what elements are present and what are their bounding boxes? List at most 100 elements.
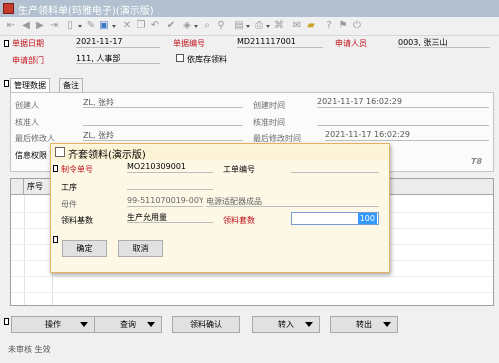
ok-label: 确定: [76, 244, 93, 253]
new-dropdown-icon[interactable]: [78, 25, 82, 28]
stock-checkbox[interactable]: [176, 54, 184, 62]
t8-logo: T8: [471, 157, 483, 166]
find-icon[interactable]: ⌕: [200, 19, 214, 33]
query-label: 查询: [120, 320, 136, 329]
parent-name-field: 电源适配器成品: [206, 196, 379, 207]
new-icon[interactable]: ▯: [63, 19, 77, 33]
exit-icon[interactable]: ⏻: [350, 19, 364, 33]
last-mod-label: 最后修改人: [15, 134, 55, 143]
print-icon[interactable]: ⎙: [252, 19, 266, 33]
process-label: 工序: [61, 183, 77, 192]
title-bar: 生产领料单(玛雅电子)(演示版): [0, 0, 499, 17]
copy-icon[interactable]: ❐: [134, 19, 148, 33]
applicant-field[interactable]: 0003, 张三山: [398, 37, 490, 48]
col-seq[interactable]: 序号: [24, 179, 52, 195]
toolbar: ⇤ ◀ ▶ ⇥ ▯ ✎ ▣ ✕ ❐ ↶ ✔ ◈ ⌕ ⚲ ▤ ⎙ ⌘ ✉ ▰ ? …: [0, 17, 499, 36]
tag-dropdown-icon[interactable]: [194, 25, 198, 28]
dept-value: 111, 人事部: [76, 54, 121, 63]
dept-label: 申请部门: [12, 56, 44, 65]
print-preview-dropdown-icon[interactable]: [246, 25, 250, 28]
doc-no-field[interactable]: MD211117001: [237, 37, 323, 48]
save-dropdown-icon[interactable]: [112, 25, 116, 28]
doc-date-value: 2021-11-17: [76, 37, 123, 46]
applicant-label: 申请人员: [335, 39, 367, 48]
base-field[interactable]: 生产允用量: [127, 212, 213, 223]
import-button[interactable]: 转入: [252, 316, 320, 333]
folder-icon[interactable]: ▰: [304, 19, 318, 33]
review-time-label: 核准时间: [253, 118, 285, 127]
email-icon[interactable]: ✉: [290, 19, 304, 33]
filter-icon[interactable]: ⚲: [214, 19, 228, 33]
dialog-title-bar: 齐套领料(演示版): [52, 145, 388, 161]
export-label: 转出: [356, 320, 372, 329]
reviewer-field: [83, 115, 243, 126]
save-icon[interactable]: ▣: [97, 19, 111, 33]
help-icon[interactable]: ?: [322, 19, 336, 33]
dept-field[interactable]: 111, 人事部: [76, 53, 160, 64]
operate-dropdown-icon: [80, 322, 88, 327]
doc-no-label: 单据编号: [173, 39, 205, 48]
kit-picking-dialog: 齐套领料(演示版) 制令单号 MO210309001 工单编号 工序 母件 99…: [50, 143, 390, 273]
parent-code-value: 99-511070019-00YL: [127, 196, 203, 205]
header-marker: [4, 40, 9, 47]
creator-field: ZL, 张羚: [83, 97, 243, 108]
export-dropdown-icon: [383, 322, 391, 327]
import-label: 转入: [278, 320, 294, 329]
creator-label: 创建人: [15, 101, 39, 110]
dialog-buttons-marker: [53, 236, 58, 243]
tab-mgmt[interactable]: 管理数据: [10, 78, 50, 92]
info-perm-label: 信息权限: [15, 151, 47, 160]
process-field[interactable]: [127, 179, 213, 190]
attach-icon[interactable]: ⌘: [272, 19, 286, 33]
confirm-label: 领料确认: [190, 320, 222, 329]
prev-record-icon[interactable]: ◀: [19, 19, 33, 33]
doc-no-value: MD211117001: [237, 37, 296, 46]
next-record-icon[interactable]: ▶: [33, 19, 47, 33]
last-mod-time-value: 2021-11-17 16:02:29: [325, 130, 410, 139]
undo-icon[interactable]: ↶: [148, 19, 162, 33]
last-mod-time-field: 2021-11-17 16:02:29: [325, 130, 489, 141]
query-button[interactable]: 查询: [94, 316, 162, 333]
dialog-title: 齐套领料(演示版): [68, 150, 146, 161]
review-time-field: [317, 115, 489, 126]
tag-icon[interactable]: ◈: [180, 19, 194, 33]
audit-icon[interactable]: ✔: [164, 19, 178, 33]
doc-date-field[interactable]: 2021-11-17: [76, 37, 160, 48]
sets-label: 领料套数: [223, 216, 255, 225]
flag-icon[interactable]: ⚑: [336, 19, 350, 33]
base-value: 生产允用量: [127, 213, 167, 222]
cancel-button[interactable]: 取消: [118, 240, 163, 257]
cancel-label: 取消: [132, 244, 149, 253]
print-dropdown-icon[interactable]: [266, 25, 270, 28]
ok-button[interactable]: 确定: [62, 240, 107, 257]
order-no-field[interactable]: MO210309001: [127, 162, 213, 173]
order-no-label: 制令单号: [61, 165, 93, 174]
doc-date-label: 单据日期: [12, 39, 44, 48]
first-record-icon[interactable]: ⇤: [4, 19, 18, 33]
create-time-label: 创建时间: [253, 101, 285, 110]
last-record-icon[interactable]: ⇥: [47, 19, 61, 33]
tab-notes[interactable]: 备注: [59, 78, 83, 92]
parent-label: 母件: [61, 200, 77, 209]
operate-button[interactable]: 操作: [11, 316, 95, 333]
operate-label: 操作: [45, 320, 61, 329]
last-mod-value: ZL, 张羚: [83, 131, 115, 140]
sets-input[interactable]: 100: [291, 212, 379, 225]
status-text: 未审核 生效: [8, 345, 51, 354]
dialog-icon: [55, 147, 65, 157]
app-icon: [3, 3, 14, 14]
parent-code-field: 99-511070019-00YL: [127, 196, 203, 207]
dialog-marker: [53, 165, 58, 172]
confirm-button[interactable]: 领料确认: [172, 316, 240, 333]
work-no-field[interactable]: [291, 162, 379, 173]
last-mod-field: ZL, 张羚: [83, 130, 243, 141]
import-dropdown-icon: [305, 322, 313, 327]
delete-icon[interactable]: ✕: [120, 19, 134, 33]
order-no-value: MO210309001: [127, 162, 187, 171]
create-time-field: 2021-11-17 16:02:29: [317, 97, 489, 108]
export-button[interactable]: 转出: [330, 316, 398, 333]
print-preview-icon[interactable]: ▤: [232, 19, 246, 33]
applicant-value: 0003, 张三山: [398, 38, 448, 47]
work-no-label: 工单编号: [223, 165, 255, 174]
edit-icon[interactable]: ✎: [84, 19, 98, 33]
